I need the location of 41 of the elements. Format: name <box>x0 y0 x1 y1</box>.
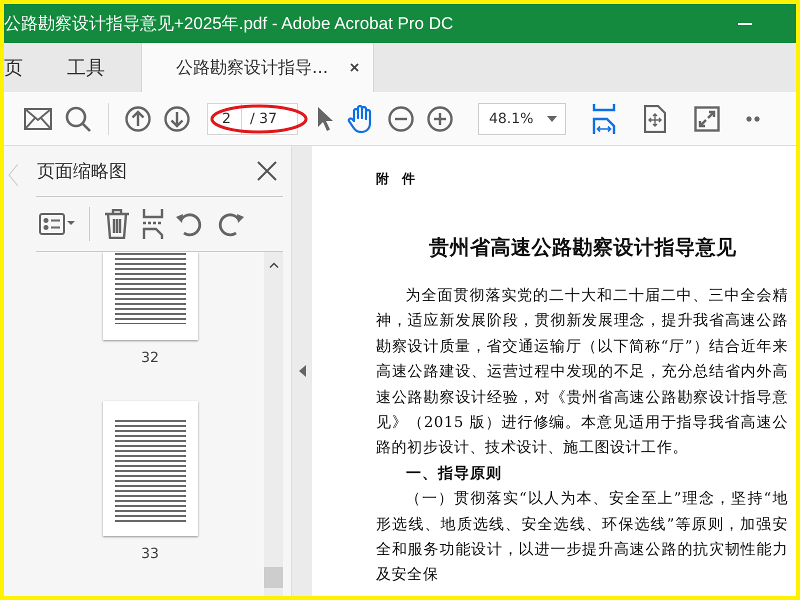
scroll-up-icon[interactable] <box>268 262 278 268</box>
zoom-in-icon[interactable] <box>426 106 453 132</box>
paragraph: （一）贯彻落实“以人为本、安全至上”理念，坚持“地形选线、地质选线、安全选线、环保选线”等原则，加强安全和服务功能设计，以进一步提升高速公路的抗灾韧性能力及安全保 <box>376 489 788 586</box>
fit-page-icon[interactable] <box>644 104 666 132</box>
close-icon[interactable] <box>350 63 360 72</box>
panel-notch-icon <box>8 164 18 186</box>
zoom-out-icon[interactable] <box>388 106 414 132</box>
rotate-left-icon[interactable] <box>176 211 204 237</box>
page-number: 33 <box>141 546 159 562</box>
tab[interactable]: 工具 <box>53 43 121 92</box>
trash-icon[interactable] <box>104 209 130 239</box>
document-title: 贵州省高速公路勘察设计指导意见 <box>429 234 738 261</box>
arrow-down-icon[interactable] <box>164 106 190 132</box>
section-heading: 一、指导原则 <box>405 462 503 484</box>
minimize-icon[interactable] <box>738 22 752 26</box>
search-icon[interactable] <box>65 106 91 132</box>
fit-width-icon[interactable] <box>592 104 616 134</box>
page-number: 32 <box>141 350 159 366</box>
mail-icon[interactable] <box>24 108 52 130</box>
insert-page-icon[interactable] <box>142 209 164 239</box>
more-icon[interactable] <box>746 116 760 122</box>
document-label: 附 件 <box>376 171 416 188</box>
scrollbar-thumb[interactable] <box>264 567 283 588</box>
rotate-right-icon[interactable] <box>216 211 244 237</box>
page-thumbnail[interactable] <box>102 401 198 536</box>
paragraph: 为全面贯彻落实党的二十大和二十届二中、三中全会精神，适应新发展阶段，贯彻新发展理念，提升我省高速公路勘察设计质量，省交通运输厅（以下简称“厅”）结合近年来高速公路建设、运营过程中发现的不足，充分总结省内外高速公路勘察设计经验，对《贵州省高速公路勘察设计指导意见》（2015 版）进行修编。本意见适用于指导我省高速公路的初步设计、技术设计、施工图设计工作。 <box>376 286 788 458</box>
arrow-up-icon[interactable] <box>125 106 151 132</box>
zoom-dropdown[interactable]: 48.1% <box>478 102 566 134</box>
panel-title: 页面缩略图 <box>37 160 127 183</box>
tab[interactable]: 页 <box>4 43 39 92</box>
panel-toggle[interactable] <box>292 146 312 596</box>
pointer-icon[interactable] <box>316 106 334 132</box>
tab[interactable]: 公路勘察设计指导... <box>141 43 374 92</box>
scrollbar[interactable] <box>264 252 283 596</box>
window-title: 公路勘察设计指导意见+2025年.pdf - Adobe Acrobat Pro DC <box>4 13 454 35</box>
options-icon[interactable] <box>39 213 75 235</box>
page-thumbnail[interactable] <box>102 252 198 340</box>
collapse-left-icon[interactable] <box>298 365 306 377</box>
close-icon[interactable] <box>257 161 277 181</box>
full-screen-icon[interactable] <box>694 106 720 132</box>
caret-icon <box>546 116 557 122</box>
